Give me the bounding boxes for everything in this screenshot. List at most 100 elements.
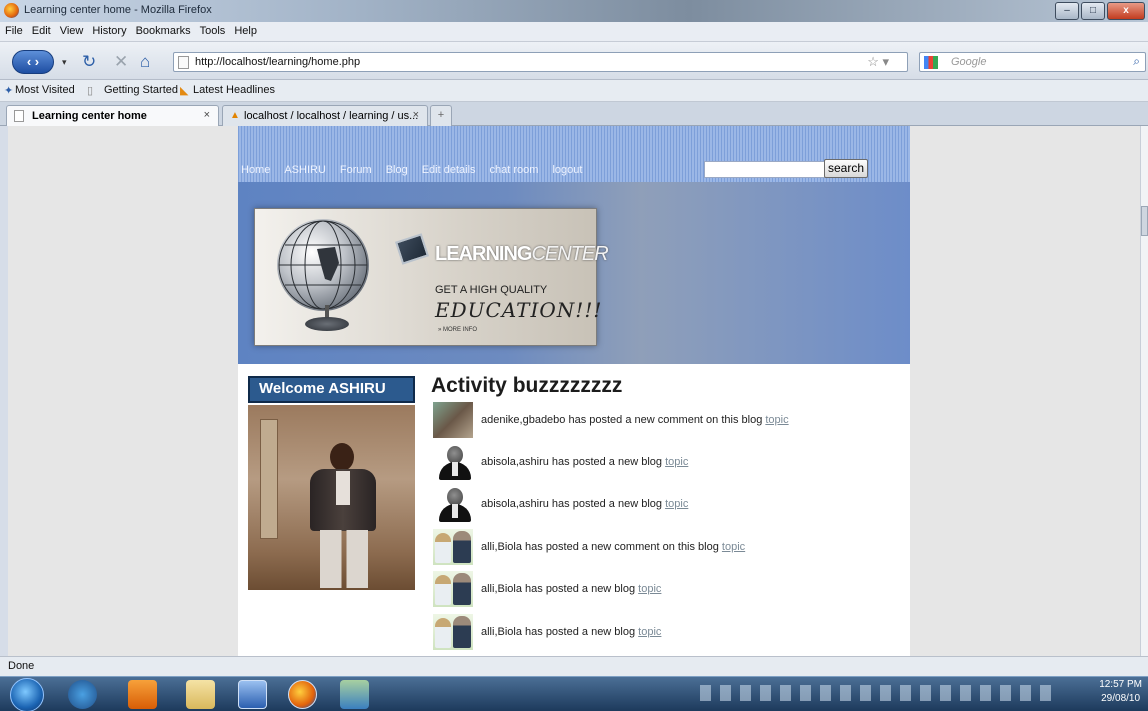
photo-shirt: [336, 471, 350, 505]
most-visited-icon: ✦: [4, 85, 14, 97]
banner-brand: LEARNINGCENTER: [435, 243, 609, 266]
activity-text: abisola,ashiru has posted a new blog: [481, 456, 663, 468]
tab-localhost[interactable]: ▲ localhost / localhost / learning / us.…: [222, 105, 428, 126]
topic-link[interactable]: topic: [765, 414, 788, 426]
globe-icon: [277, 219, 369, 311]
activity-item: abisola,ashiru has posted a new blog top…: [433, 444, 893, 480]
user-avatar[interactable]: [433, 486, 473, 522]
menu-edit[interactable]: Edit: [27, 22, 55, 37]
user-avatar[interactable]: [433, 571, 473, 607]
site-header: Home ASHIRU Forum Blog Edit details chat room…: [238, 126, 910, 364]
url-bar[interactable]: http://localhost/learning/home.php ☆ ▾: [173, 52, 908, 72]
tab-learning-center-home[interactable]: Learning center home ×: [6, 105, 219, 126]
clock[interactable]: 12:57 PM 29/08/10: [1099, 678, 1142, 706]
close-tab-icon[interactable]: ×: [204, 109, 210, 121]
tab-label: localhost / localhost / learning / us...: [244, 110, 419, 122]
menu-tools[interactable]: Tools: [195, 22, 230, 37]
history-dropdown-icon[interactable]: ▾: [62, 57, 67, 68]
url-text: http://localhost/learning/home.php: [195, 56, 361, 68]
menu-history[interactable]: History: [87, 22, 130, 37]
page-icon: [14, 110, 24, 122]
topic-link[interactable]: topic: [665, 456, 688, 468]
close-tab-icon[interactable]: ×: [413, 109, 419, 121]
photo-legs: [320, 530, 368, 588]
user-avatar[interactable]: [433, 614, 473, 650]
activity-item: alli,Biola has posted a new blog topic: [433, 614, 893, 650]
user-avatar[interactable]: [433, 402, 473, 438]
welcome-heading: Welcome ASHIRU: [248, 376, 415, 403]
topic-link[interactable]: topic: [665, 498, 688, 510]
globe-stand: [305, 317, 349, 331]
photo-door: [260, 419, 278, 539]
photo-head: [330, 443, 354, 471]
reload-icon[interactable]: ↻: [82, 52, 96, 72]
activity-text: alli,Biola has posted a new blog: [481, 583, 636, 595]
search-box[interactable]: Google ⌕: [919, 52, 1146, 72]
nav-blog[interactable]: Blog: [386, 164, 408, 176]
firefox-taskbar-icon[interactable]: [288, 680, 317, 709]
tab-bar: Learning center home × ▲ localhost / loc…: [0, 102, 1148, 126]
bookmark-star-icon[interactable]: ☆ ▾: [867, 54, 889, 70]
minimize-button[interactable]: –: [1055, 2, 1079, 20]
search-icon[interactable]: ⌕: [1133, 54, 1140, 69]
nav-chat-room[interactable]: chat room: [490, 164, 539, 176]
photo-viewer-icon[interactable]: [340, 680, 369, 709]
activity-item: adenike,gbadebo has posted a new comment…: [433, 402, 893, 438]
banner-more-info[interactable]: » MORE INFO: [438, 327, 477, 333]
page-scrollbar[interactable]: [1140, 126, 1148, 656]
scrollbar-thumb[interactable]: [1141, 206, 1148, 236]
status-text: Done: [8, 660, 35, 672]
banner-brand-main: LEARNING: [435, 243, 532, 265]
topic-link[interactable]: topic: [638, 626, 661, 638]
close-button[interactable]: x: [1107, 2, 1145, 20]
topic-link[interactable]: topic: [722, 541, 745, 553]
site-nav: Home ASHIRU Forum Blog Edit details chat room…: [238, 126, 910, 182]
nav-logout[interactable]: logout: [552, 164, 582, 176]
bookmark-latest-headlines[interactable]: Latest Headlines: [193, 84, 275, 96]
nav-edit-details[interactable]: Edit details: [422, 164, 476, 176]
word-icon[interactable]: [238, 680, 267, 709]
site-container: Home ASHIRU Forum Blog Edit details chat room…: [238, 126, 910, 656]
getting-started-icon: ▯: [87, 85, 94, 97]
site-search-button[interactable]: search: [824, 159, 868, 178]
activity-item: alli,Biola has posted a new comment on t…: [433, 529, 893, 565]
start-button[interactable]: [10, 678, 44, 711]
hp-icon[interactable]: [68, 680, 97, 709]
user-avatar[interactable]: [433, 529, 473, 565]
activity-title: Activity buzzzzzzzz: [431, 374, 623, 397]
google-icon[interactable]: [924, 56, 938, 69]
bookmark-getting-started[interactable]: Getting Started: [104, 84, 178, 96]
activity-text: abisola,ashiru has posted a new blog: [481, 498, 663, 510]
rss-icon: ◣: [180, 85, 189, 97]
back-forward-button[interactable]: ‹ ›: [12, 50, 54, 74]
page-viewport: Home ASHIRU Forum Blog Edit details chat room…: [8, 126, 1140, 656]
learning-center-banner[interactable]: LEARNINGCENTER GET A HIGH QUALITY EDUCAT…: [254, 208, 609, 346]
menu-file[interactable]: File: [0, 22, 27, 37]
menu-help[interactable]: Help: [229, 22, 261, 37]
menu-view[interactable]: View: [55, 22, 88, 37]
folder-icon[interactable]: [186, 680, 215, 709]
book-icon: [394, 233, 430, 265]
menu-bookmarks[interactable]: Bookmarks: [131, 22, 195, 37]
bookmark-most-visited[interactable]: Most Visited: [15, 84, 75, 96]
user-avatar[interactable]: [433, 444, 473, 480]
tab-label: Learning center home: [32, 110, 147, 122]
profile-photo: [248, 405, 415, 590]
new-tab-button[interactable]: +: [430, 105, 452, 126]
window-title: Learning center home - Mozilla Firefox: [24, 4, 212, 16]
maximize-button[interactable]: □: [1081, 2, 1105, 20]
stop-icon[interactable]: ✕: [114, 52, 128, 72]
site-search-input[interactable]: [704, 161, 826, 178]
home-icon[interactable]: ⌂: [140, 52, 150, 72]
nav-ashiru[interactable]: ASHIRU: [284, 164, 326, 176]
menu-bar: File Edit View History Bookmarks Tools Help: [0, 22, 1148, 42]
nav-forum[interactable]: Forum: [340, 164, 372, 176]
activity-item: abisola,ashiru has posted a new blog top…: [433, 486, 893, 522]
activity-text: alli,Biola has posted a new comment on t…: [481, 541, 719, 553]
nav-home[interactable]: Home: [241, 164, 270, 176]
media-player-icon[interactable]: [128, 680, 157, 709]
clock-date: 29/08/10: [1101, 693, 1141, 704]
system-tray: 12:57 PM 29/08/10: [682, 676, 1148, 711]
topic-link[interactable]: topic: [638, 583, 661, 595]
tray-icons[interactable]: [700, 685, 1060, 701]
